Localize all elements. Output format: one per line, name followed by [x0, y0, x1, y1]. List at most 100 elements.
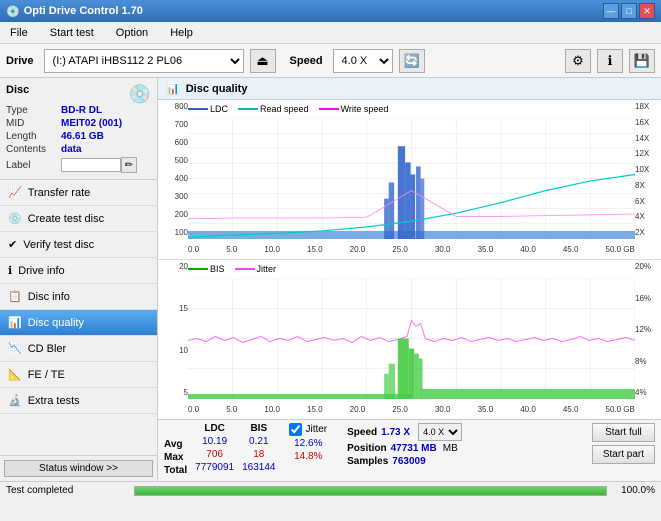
menu-start-test[interactable]: Start test	[44, 25, 100, 41]
stats-bar: Avg Max Total LDC 10.19 706 7779091 BIS …	[158, 419, 661, 481]
nav-create-test-disc[interactable]: 💿 Create test disc	[0, 206, 157, 232]
legend-bis: BIS	[210, 264, 225, 274]
disc-quality-header-icon: 📊	[166, 82, 180, 95]
chart-top: LDC Read speed Write speed 8007006005004…	[158, 100, 661, 260]
label-edit-button[interactable]: ✏	[121, 157, 137, 173]
samples-label: Samples	[347, 456, 388, 467]
bis-total: 163144	[242, 462, 275, 473]
start-full-button[interactable]: Start full	[592, 423, 655, 442]
position-value: 47731 MB	[391, 443, 437, 454]
speed-label: Speed	[290, 55, 323, 67]
menu-option[interactable]: Option	[110, 25, 154, 41]
menu-file[interactable]: File	[4, 25, 34, 41]
chart-top-legend: LDC Read speed Write speed	[188, 104, 388, 114]
app-title: Opti Drive Control 1.70	[24, 5, 143, 17]
nav-create-test-disc-label: Create test disc	[28, 213, 104, 225]
nav-verify-test-disc[interactable]: ✔ Verify test disc	[0, 232, 157, 258]
status-window-button[interactable]: Status window >>	[4, 460, 153, 477]
bis-max: 18	[242, 449, 275, 460]
nav-disc-quality-label: Disc quality	[28, 317, 84, 329]
eject-button[interactable]: ⏏	[250, 49, 276, 73]
speed-info-label: Speed	[347, 427, 377, 438]
chart-bottom-legend: BIS Jitter	[188, 264, 276, 274]
bis-header: BIS	[242, 423, 275, 434]
extra-tests-icon: 🔬	[8, 394, 22, 407]
jitter-max: 14.8%	[289, 451, 327, 462]
main-content: Disc 💿 Type BD-R DL MID MEIT02 (001) Len…	[0, 78, 661, 481]
disc-quality-title: Disc quality	[186, 83, 248, 95]
minimize-button[interactable]: —	[603, 3, 619, 19]
contents-label: Contents	[6, 144, 61, 155]
progress-bar	[134, 486, 607, 496]
disc-quality-header: 📊 Disc quality	[158, 78, 661, 100]
chart-bottom-y-axis-left: 2015105	[158, 260, 188, 399]
jitter-checkbox[interactable]	[289, 423, 302, 436]
total-label: Total	[164, 465, 187, 476]
legend-read-speed: Read speed	[260, 104, 309, 114]
type-value: BD-R DL	[61, 105, 102, 116]
settings-button[interactable]: ⚙	[565, 49, 591, 73]
max-label: Max	[164, 452, 187, 463]
nav-fe-te[interactable]: 📐 FE / TE	[0, 362, 157, 388]
sidebar: Disc 💿 Type BD-R DL MID MEIT02 (001) Len…	[0, 78, 158, 481]
fe-te-icon: 📐	[8, 368, 22, 381]
menu-help[interactable]: Help	[164, 25, 199, 41]
stats-row-labels: Avg Max Total	[164, 423, 187, 476]
maximize-button[interactable]: □	[621, 3, 637, 19]
chart-bottom: BIS Jitter 2015105 20%16%12%8%4%	[158, 260, 661, 419]
disc-section-title: Disc	[6, 84, 29, 96]
stats-ldc-col: LDC 10.19 706 7779091	[195, 423, 234, 473]
speed-info-value: 1.73 X	[381, 427, 410, 438]
disc-panel-icon: 💿	[129, 84, 151, 105]
info-button[interactable]: ℹ	[597, 49, 623, 73]
chart-top-y-axis-left: 800700600500400300200100	[158, 100, 188, 239]
refresh-button[interactable]: 🔄	[399, 49, 425, 73]
progress-percent: 100.0%	[615, 485, 655, 496]
mid-value: MEIT02 (001)	[61, 118, 122, 129]
window-controls[interactable]: — □ ✕	[603, 3, 655, 19]
jitter-checkbox-row[interactable]: Jitter	[289, 423, 327, 436]
nav-disc-info[interactable]: 📋 Disc info	[0, 284, 157, 310]
length-value: 46.61 GB	[61, 131, 104, 142]
cd-bler-icon: 📉	[8, 342, 22, 355]
position-label: Position	[347, 443, 386, 454]
nav-drive-info[interactable]: ℹ Drive info	[0, 258, 157, 284]
nav-items: 📈 Transfer rate 💿 Create test disc ✔ Ver…	[0, 180, 157, 455]
legend-ldc: LDC	[210, 104, 228, 114]
nav-extra-tests[interactable]: 🔬 Extra tests	[0, 388, 157, 414]
start-part-button[interactable]: Start part	[592, 445, 655, 464]
length-label: Length	[6, 131, 61, 142]
nav-verify-test-disc-label: Verify test disc	[23, 239, 94, 251]
drive-label: Drive	[6, 55, 34, 67]
create-test-disc-icon: 💿	[8, 212, 22, 225]
position-unit: MB	[443, 443, 458, 454]
jitter-avg: 12.6%	[289, 438, 327, 449]
nav-disc-info-label: Disc info	[28, 291, 70, 303]
start-buttons: Start full Start part	[592, 423, 655, 464]
ldc-avg: 10.19	[195, 436, 234, 447]
chart-bottom-y-axis-right: 20%16%12%8%4%	[635, 260, 661, 399]
chart-top-y-axis-right: 18X16X14X12X10X8X6X4X2X	[635, 100, 661, 239]
close-button[interactable]: ✕	[639, 3, 655, 19]
transfer-rate-icon: 📈	[8, 186, 22, 199]
nav-disc-quality[interactable]: 📊 Disc quality	[0, 310, 157, 336]
stats-jitter-col: Jitter 12.6% 14.8%	[289, 423, 327, 478]
speed-select[interactable]: 4.0 X	[333, 49, 393, 73]
content-area: 📊 Disc quality LDC Read speed Write spee…	[158, 78, 661, 481]
ldc-max: 706	[195, 449, 234, 460]
drive-info-icon: ℹ	[8, 264, 12, 277]
disc-info-panel: Disc 💿 Type BD-R DL MID MEIT02 (001) Len…	[0, 78, 157, 180]
drive-select[interactable]: (I:) ATAPI iHBS112 2 PL06	[44, 49, 244, 73]
save-button[interactable]: 💾	[629, 49, 655, 73]
label-input[interactable]	[61, 158, 121, 172]
label-field-label: Label	[6, 160, 61, 171]
app-icon: 💿	[6, 5, 20, 18]
chart-bottom-svg	[188, 278, 635, 399]
nav-cd-bler[interactable]: 📉 CD Bler	[0, 336, 157, 362]
disc-info-icon: 📋	[8, 290, 22, 303]
avg-label: Avg	[164, 439, 187, 450]
chart-top-svg	[188, 118, 635, 239]
speed-info-select[interactable]: 4.0 X	[418, 423, 462, 441]
nav-transfer-rate[interactable]: 📈 Transfer rate	[0, 180, 157, 206]
jitter-header: Jitter	[305, 424, 327, 435]
